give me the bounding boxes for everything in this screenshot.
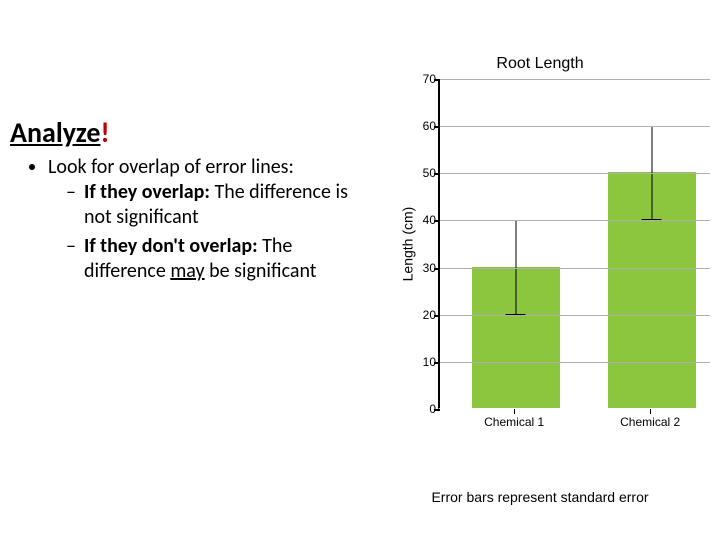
sub2-may: may (170, 259, 204, 283)
plot: 010203040506070 (438, 79, 710, 409)
slide: Analyze! Look for overlap of error lines… (0, 0, 720, 540)
y-tick-label: 40 (410, 213, 436, 227)
gridline (440, 79, 710, 80)
gridline (440, 173, 710, 174)
bullet-block: Look for overlap of error lines: If they… (30, 155, 350, 288)
y-tick-label: 50 (410, 166, 436, 180)
x-tick-label: Chemical 2 (606, 415, 694, 429)
y-tick-label: 70 (410, 72, 436, 86)
y-tick-label: 30 (410, 261, 436, 275)
gridline (440, 315, 710, 316)
gridline (440, 220, 710, 221)
bullet-main: Look for overlap of error lines: If they… (48, 155, 350, 284)
gridline (440, 126, 710, 127)
chart-title: Root Length (370, 55, 710, 73)
chart-caption: Error bars represent standard error (370, 489, 710, 505)
bullet-sub-2: If they don't overlap: The difference ma… (66, 234, 350, 284)
gridline (440, 268, 710, 269)
sub2-lead: If they don't overlap: (84, 234, 258, 258)
sub2-rest-b: be significant (205, 259, 317, 283)
y-tick-label: 20 (410, 308, 436, 322)
y-tick-label: 60 (410, 119, 436, 133)
x-ticks: Chemical 1 Chemical 2 (438, 409, 710, 449)
bullet-main-text: Look for overlap of error lines: (48, 155, 294, 179)
plot-area: Length (cm) 010203040506070 (410, 79, 710, 409)
bullet-sub-1: If they overlap: The difference is not s… (66, 180, 350, 230)
y-tick-label: 10 (410, 355, 436, 369)
heading-text: Analyze (10, 115, 101, 150)
gridline (440, 362, 710, 363)
slide-heading: Analyze! (10, 115, 110, 150)
bars-layer (440, 79, 710, 408)
sub1-lead: If they overlap: (84, 180, 210, 204)
chart: Root Length Length (cm) 010203040506070 … (370, 55, 710, 485)
heading-exclaim: ! (101, 115, 110, 150)
y-tick-label: 0 (410, 402, 436, 416)
x-tick-label: Chemical 1 (470, 415, 558, 429)
